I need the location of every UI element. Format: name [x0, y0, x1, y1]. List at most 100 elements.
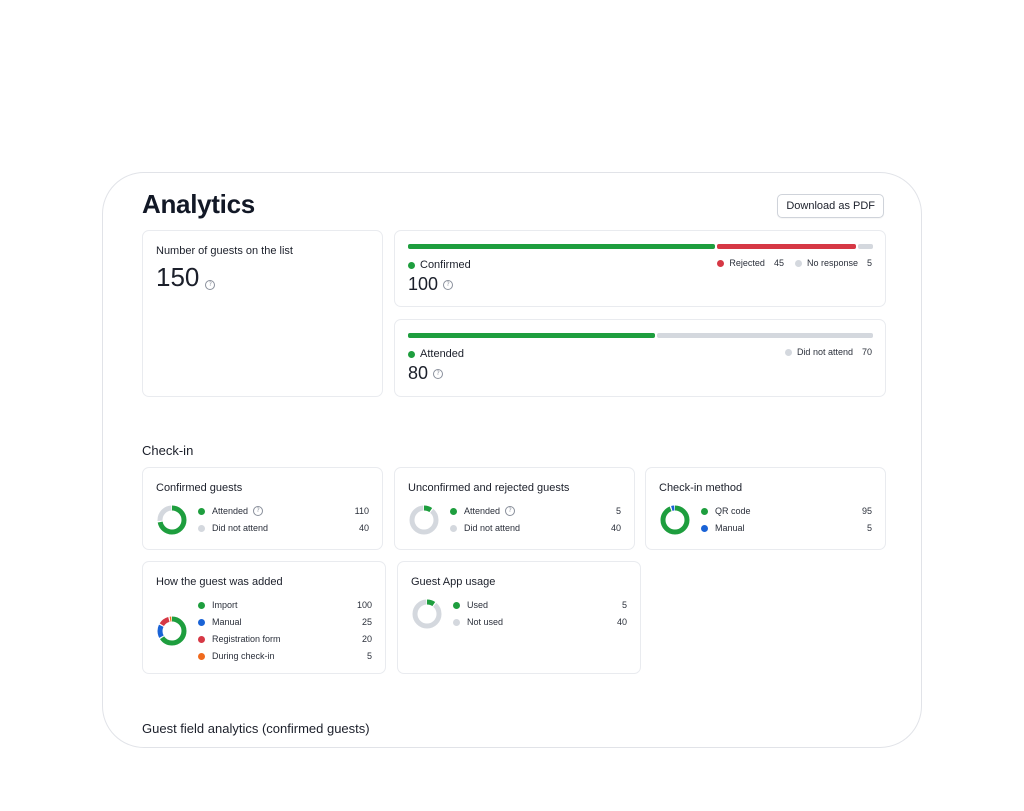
app-usage-card: Guest App usage Used 5 Not used 40	[397, 561, 641, 674]
legend-dot	[198, 507, 205, 515]
confirmed-bar-noresponse	[857, 244, 873, 249]
legend-value: 5	[366, 651, 372, 661]
legend-label: Not used	[467, 617, 504, 627]
legend-row: Import	[198, 600, 238, 610]
legend-dot	[198, 524, 205, 532]
donut-chart	[412, 599, 442, 628]
confirmed-guests-card: Confirmed guests Attended? 110 Did not atte…	[142, 467, 383, 550]
guest-field-heading: Guest field analytics (confirmed guests)	[142, 721, 370, 736]
legend-dot	[198, 601, 205, 609]
confirmed-bar-rejected	[717, 244, 856, 249]
legend-row: Attended?	[198, 506, 264, 516]
donut-segment-not-used	[412, 599, 442, 628]
legend-label: Attended	[212, 506, 249, 516]
confirmed-value: 100	[408, 274, 439, 294]
help-icon[interactable]: ?	[443, 279, 454, 290]
legend-label: Did not attend	[212, 523, 269, 533]
attended-bar	[408, 333, 873, 338]
help-icon[interactable]: ?	[433, 368, 444, 379]
noresponse-dot	[794, 259, 802, 267]
guest-count-card: Number of guests on the list 150 ?	[142, 230, 383, 397]
checkin-heading: Check-in	[142, 443, 194, 458]
legend-row: QR code	[701, 506, 751, 516]
card-title: Unconfirmed and rejected guests	[408, 482, 570, 494]
rejected-dot	[717, 259, 725, 267]
donut-chart	[660, 505, 690, 534]
legend-value: 25	[361, 617, 372, 627]
rejected-label: Rejected	[729, 258, 765, 268]
attended-value: 80	[408, 363, 429, 383]
noresponse-value: 5	[866, 258, 872, 268]
legend-dot	[701, 507, 708, 515]
donut-chart	[157, 505, 187, 534]
help-icon[interactable]: ?	[505, 506, 516, 516]
legend-value: 5	[615, 506, 621, 516]
how-added-card: How the guest was added Import 100 Manual 25…	[142, 561, 386, 674]
notattend-label: Did not attend	[796, 347, 853, 357]
confirmed-bar-confirmed	[408, 244, 716, 249]
legend-dot	[450, 524, 457, 532]
legend-value: 5	[866, 523, 872, 533]
legend-row: Registration form	[198, 634, 281, 644]
page-title: Analytics	[142, 189, 255, 219]
confirmed-dot	[408, 261, 415, 269]
analytics-panel: Analytics Download as PDF Number of gues…	[102, 172, 922, 748]
legend-label: During check-in	[212, 651, 275, 661]
unconfirmed-guests-card: Unconfirmed and rejected guests Attended?…	[394, 467, 635, 550]
legend-value: 110	[354, 506, 369, 516]
donut-segment-qr-code	[660, 505, 690, 534]
legend-dot	[701, 524, 708, 532]
donut-chart	[409, 505, 439, 534]
legend-dot	[453, 601, 460, 609]
legend-label: Used	[467, 600, 489, 610]
legend-dot	[198, 652, 205, 660]
rejected-value: 45	[773, 258, 784, 268]
legend-label: Did not attend	[464, 523, 521, 533]
notattend-dot	[784, 348, 792, 356]
noresponse-label: No response	[806, 258, 858, 268]
confirmed-card: Confirmed 100 ? Rejected 45 No response …	[394, 230, 886, 307]
legend-value: 40	[358, 523, 369, 533]
legend-row: Manual	[198, 617, 242, 627]
legend-value: 5	[621, 600, 627, 610]
attended-card: Attended 80 ? Did not attend 70	[394, 319, 886, 397]
attended-label: Attended	[420, 348, 465, 360]
card-title: How the guest was added	[156, 576, 283, 588]
legend-dot	[198, 635, 205, 643]
legend-label: Registration form	[212, 634, 281, 644]
legend-label: Manual	[715, 523, 745, 533]
legend-row: Manual	[701, 523, 745, 533]
legend-label: Manual	[212, 617, 242, 627]
checkin-method-card: Check-in method QR code 95 Manual 5	[645, 467, 886, 550]
card-title: Confirmed guests	[156, 482, 243, 494]
legend-value: 20	[361, 634, 372, 644]
card-title: Check-in method	[659, 482, 743, 494]
legend-row: During check-in	[198, 651, 275, 661]
legend-dot	[198, 618, 205, 626]
legend-row: Did not attend	[450, 523, 520, 533]
legend-value: 40	[616, 617, 627, 627]
confirmed-bar	[408, 244, 873, 249]
legend-value: 40	[610, 523, 621, 533]
legend-row: Not used	[453, 617, 503, 627]
guest-count-label: Number of guests on the list	[156, 245, 293, 257]
legend-row: Did not attend	[198, 523, 268, 533]
attended-dot	[408, 350, 415, 358]
legend-label: Import	[212, 600, 238, 610]
legend-value: 95	[861, 506, 872, 516]
legend-row: Used	[453, 600, 488, 610]
legend-row: Attended?	[450, 506, 516, 516]
donut-chart	[157, 616, 187, 645]
confirmed-label: Confirmed	[420, 259, 471, 271]
attended-bar-notattended	[656, 333, 873, 338]
legend-dot	[453, 618, 460, 626]
legend-label: Attended	[464, 506, 501, 516]
donut-segment-did-not-attend	[409, 505, 439, 534]
help-icon[interactable]: ?	[253, 506, 264, 516]
download-pdf-button[interactable]: Download as PDF	[777, 194, 884, 218]
help-icon[interactable]: ?	[205, 280, 216, 290]
attended-bar-attended	[408, 333, 655, 338]
legend-label: QR code	[715, 506, 751, 516]
card-title: Guest App usage	[411, 576, 496, 588]
notattend-value: 70	[861, 347, 872, 357]
